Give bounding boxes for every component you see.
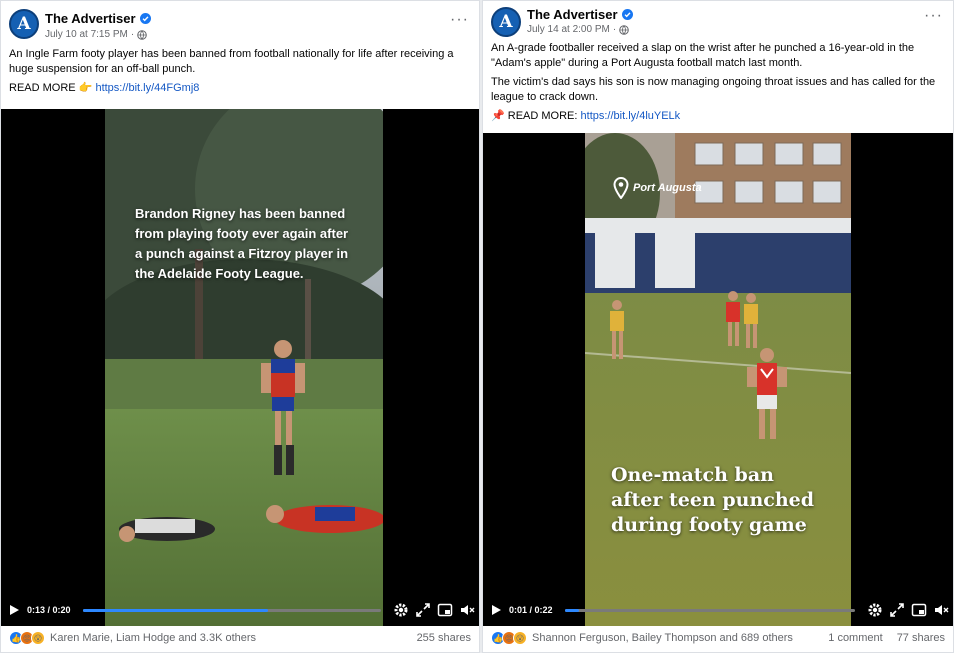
reaction-names[interactable]: Shannon Ferguson, Bailey Thompson and 68… — [532, 632, 814, 644]
post-header: A The Advertiser July 10 at 7:15 PM · ··… — [1, 1, 479, 47]
video-player[interactable]: Port Augusta One-match ban after teen pu… — [483, 133, 953, 626]
post-date[interactable]: July 10 at 7:15 PM — [45, 29, 128, 40]
duration: 0:20 — [52, 605, 71, 615]
verified-icon — [621, 9, 633, 20]
post-date[interactable]: July 14 at 2:00 PM — [527, 24, 610, 35]
progress-fill — [82, 608, 268, 612]
article-link[interactable]: https://bit.ly/4luYELk — [581, 110, 681, 122]
duration: 0:22 — [534, 605, 553, 615]
avatar[interactable]: A — [9, 9, 39, 39]
pushpin-icon: 📌 — [491, 110, 505, 122]
video-progress-bar[interactable] — [82, 608, 381, 612]
article-link[interactable]: https://bit.ly/44FGmj8 — [95, 82, 199, 94]
expand-icon[interactable] — [415, 602, 431, 618]
globe-icon — [619, 24, 629, 35]
globe-icon — [137, 29, 147, 40]
current-time: 0:13 — [27, 605, 46, 615]
page-name[interactable]: The Advertiser — [527, 7, 633, 22]
post-meta: July 10 at 7:15 PM · — [45, 29, 147, 40]
wow-reaction-icon: 😮 — [31, 631, 45, 645]
picture-in-picture-icon[interactable] — [911, 602, 927, 618]
video-scene — [585, 133, 851, 626]
video-controls: 0:01 / 0:22 — [483, 594, 953, 626]
post-footer: 👍 😡 😮 Karen Marie, Liam Hodge and 3.3K o… — [1, 624, 479, 652]
video-frame: Port Augusta One-match ban after teen pu… — [585, 133, 851, 626]
expand-icon[interactable] — [889, 602, 905, 618]
shares-count[interactable]: 77 shares — [897, 632, 945, 644]
location-pin-icon — [613, 177, 629, 199]
shares-count[interactable]: 255 shares — [417, 632, 471, 644]
video-caption: One-match ban after teen punched during … — [611, 464, 815, 536]
wow-reaction-icon: 😮 — [513, 631, 527, 645]
mute-icon[interactable] — [933, 602, 949, 618]
page-name-label[interactable]: The Advertiser — [45, 11, 136, 26]
separator-dot: · — [612, 24, 617, 35]
video-time: 0:01 / 0:22 — [509, 605, 553, 615]
post-footer: 👍 😡 😮 Shannon Ferguson, Bailey Thompson … — [483, 624, 953, 652]
video-scene — [105, 109, 383, 626]
more-options-icon[interactable]: ··· — [924, 8, 943, 24]
play-icon[interactable] — [489, 603, 503, 617]
read-more-line: READ MORE 👉 https://bit.ly/44FGmj8 — [9, 81, 471, 96]
video-frame: Brandon Rigney has been banned from play… — [105, 109, 383, 626]
read-more-label: READ MORE — [9, 82, 76, 94]
video-progress-bar[interactable] — [564, 608, 855, 612]
reaction-names[interactable]: Karen Marie, Liam Hodge and 3.3K others — [50, 632, 403, 644]
pointing-hand-icon: 👉 — [78, 82, 93, 94]
post-paragraph: An A-grade footballer received a slap on… — [491, 42, 915, 69]
post-card-2: A The Advertiser July 14 at 2:00 PM · ··… — [482, 0, 954, 653]
reaction-icons[interactable]: 👍 😡 😮 — [491, 631, 527, 645]
post-meta: July 14 at 2:00 PM · — [527, 24, 629, 35]
more-options-icon[interactable]: ··· — [450, 12, 469, 28]
video-time: 0:13 / 0:20 — [27, 605, 71, 615]
reaction-icons[interactable]: 👍 😡 😮 — [9, 631, 45, 645]
comments-count[interactable]: 1 comment — [828, 632, 882, 644]
current-time: 0:01 — [509, 605, 528, 615]
read-more-label: READ MORE: — [507, 110, 578, 122]
video-player[interactable]: Brandon Rigney has been banned from play… — [1, 109, 479, 626]
separator-dot: · — [130, 29, 135, 40]
location-label: Port Augusta — [633, 182, 702, 194]
read-more-line: 📌 READ MORE: https://bit.ly/4luYELk — [491, 109, 945, 124]
settings-gear-icon[interactable] — [393, 602, 409, 618]
progress-fill — [564, 608, 580, 612]
post-text: An Ingle Farm footy player has been bann… — [1, 47, 479, 96]
picture-in-picture-icon[interactable] — [437, 602, 453, 618]
mute-icon[interactable] — [459, 602, 475, 618]
play-icon[interactable] — [7, 603, 21, 617]
video-controls: 0:13 / 0:20 — [1, 594, 479, 626]
post-paragraph: An Ingle Farm footy player has been bann… — [9, 48, 454, 75]
avatar[interactable]: A — [491, 7, 521, 37]
post-text: An A-grade footballer received a slap on… — [483, 41, 953, 124]
post-paragraph: The victim's dad says his son is now man… — [491, 76, 936, 103]
settings-gear-icon[interactable] — [867, 602, 883, 618]
video-caption: Brandon Rigney has been banned from play… — [135, 206, 349, 281]
location-tag: Port Augusta — [613, 177, 702, 199]
post-card-1: A The Advertiser July 10 at 7:15 PM · ··… — [0, 0, 480, 653]
verified-icon — [139, 13, 151, 24]
page-name[interactable]: The Advertiser — [45, 11, 151, 26]
post-header: A The Advertiser July 14 at 2:00 PM · ··… — [483, 1, 953, 41]
page-name-label[interactable]: The Advertiser — [527, 7, 618, 22]
